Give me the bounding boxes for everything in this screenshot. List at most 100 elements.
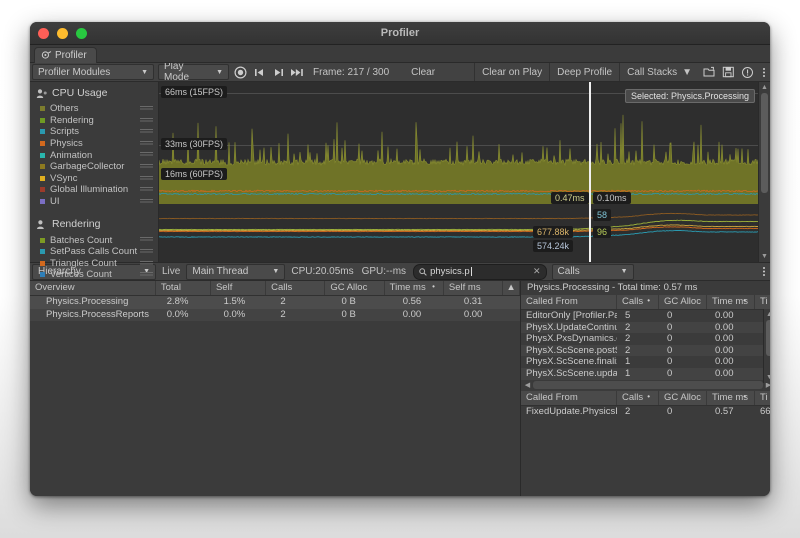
details-column-header[interactable]: Time ms• — [707, 391, 755, 405]
chevron-down-icon: ▼ — [621, 268, 628, 275]
last-frame-button[interactable] — [288, 63, 307, 81]
cpu-legend-item-1[interactable]: Rendering — [30, 115, 158, 127]
details-column-header[interactable]: Ti — [755, 391, 770, 405]
hierarchy-column-header[interactable]: Self ms — [444, 281, 503, 295]
hierarchy-column-header[interactable]: Calls — [266, 281, 325, 295]
drag-handle-icon[interactable] — [140, 152, 153, 157]
drag-handle-icon[interactable] — [140, 237, 153, 242]
rendering-lines — [159, 204, 759, 262]
last-frame-icon — [290, 67, 305, 78]
call-stacks-dropdown[interactable]: Call Stacks ▼ — [620, 64, 699, 80]
save-button[interactable] — [719, 63, 738, 81]
rendering-module-header[interactable]: Rendering — [30, 213, 158, 234]
drag-handle-icon[interactable] — [140, 176, 153, 181]
table-row[interactable]: PhysX.ScScene.updateCC100.00 — [521, 368, 770, 380]
load-button[interactable] — [700, 63, 719, 81]
details-column-header[interactable]: Time ms• — [707, 295, 755, 309]
cursor-value-cpu-0: 0.47ms — [551, 192, 589, 204]
rendering-legend-item-2[interactable]: Triangles Count — [30, 258, 158, 270]
rendering-icon — [36, 219, 48, 230]
legend-swatch — [40, 272, 45, 277]
cpu-legend-item-0[interactable]: Others — [30, 103, 158, 115]
scroll-down-icon[interactable]: ▼ — [766, 374, 770, 381]
cpu-legend-item-6[interactable]: VSync — [30, 173, 158, 185]
scroll-down-icon[interactable]: ▼ — [761, 253, 768, 260]
drag-handle-icon[interactable] — [140, 141, 153, 146]
rendering-legend-item-1[interactable]: SetPass Calls Count — [30, 246, 158, 258]
callers-scrollbar[interactable]: ▲ ▼ — [763, 309, 770, 383]
drag-handle-icon[interactable] — [140, 199, 153, 204]
frame-cursor-rendering[interactable] — [589, 204, 591, 262]
drag-handle-icon[interactable] — [140, 261, 153, 266]
details-menu-button[interactable] — [757, 263, 770, 281]
cpu-legend-item-2[interactable]: Scripts — [30, 126, 158, 138]
drag-handle-icon[interactable] — [140, 106, 153, 111]
drag-handle-icon[interactable] — [140, 164, 153, 169]
scroll-up-icon[interactable]: ▲ — [761, 84, 768, 91]
profiler-icon — [41, 50, 52, 61]
help-button[interactable] — [738, 63, 757, 81]
details-column-header[interactable]: Ti — [755, 295, 770, 309]
cpu-usage-module-header[interactable]: CPU Usage — [30, 82, 158, 103]
details-column-header[interactable]: Calls• — [617, 391, 659, 405]
hierarchy-rows: Physics.Processing2.8%1.5%20 B0.560.31Ph… — [30, 296, 520, 321]
cpu-legend-item-5[interactable]: GarbageCollector — [30, 161, 158, 173]
frame-cursor[interactable] — [589, 82, 591, 204]
rendering-chart[interactable]: 58 96 677.88k 574.24k — [159, 204, 759, 262]
details-column-header[interactable]: Called From — [521, 295, 617, 309]
clear-icon[interactable]: ✕ — [533, 266, 541, 277]
cpu-legend-item-8[interactable]: UI — [30, 196, 158, 208]
drag-handle-icon[interactable] — [140, 249, 153, 254]
table-cell: 2 — [617, 322, 659, 334]
scroll-up-icon[interactable]: ▲ — [766, 311, 770, 318]
thread-dropdown[interactable]: Main Thread ▼ — [186, 264, 285, 280]
play-mode-dropdown[interactable]: Play Mode ▼ — [158, 64, 229, 80]
deep-profile-button[interactable]: Deep Profile — [550, 64, 619, 80]
toolbar-menu-button[interactable] — [757, 63, 770, 81]
rendering-legend-item-0[interactable]: Batches Count — [30, 234, 158, 246]
cpu-legend-item-3[interactable]: Physics — [30, 138, 158, 150]
previous-frame-button[interactable] — [250, 63, 269, 81]
search-input[interactable]: physics.p ✕ — [413, 264, 546, 280]
scroll-left-icon[interactable]: ◀ — [523, 381, 532, 389]
next-frame-button[interactable] — [269, 63, 288, 81]
charts-scrollbar[interactable]: ▲ ▼ — [758, 82, 770, 262]
drag-handle-icon[interactable] — [140, 118, 153, 123]
clear-on-play-button[interactable]: Clear on Play — [475, 64, 549, 80]
table-row[interactable]: PhysX.UpdateContinuatio200.00 — [521, 322, 770, 334]
table-row[interactable]: PhysX.ScScene.postSolve200.00 — [521, 345, 770, 357]
record-button[interactable] — [231, 63, 250, 81]
drag-handle-icon[interactable] — [140, 272, 153, 277]
table-cell: 0.00 — [459, 309, 520, 322]
details-column-header[interactable]: Called From — [521, 391, 617, 405]
drag-handle-icon[interactable] — [140, 187, 153, 192]
hierarchy-column-header[interactable]: Total — [156, 281, 211, 295]
cpu-usage-chart[interactable]: 66ms (15FPS) 33ms (30FPS) 16ms (60FPS) S… — [159, 82, 759, 204]
table-cell: 1 — [617, 356, 659, 368]
hierarchy-column-header[interactable]: GC Alloc — [325, 281, 384, 295]
rendering-legend-item-3[interactable]: Vertices Count — [30, 269, 158, 281]
table-row[interactable]: EditorOnly [Profiler.ParseT500.00 — [521, 310, 770, 322]
cpu-legend-item-4[interactable]: Animation — [30, 149, 158, 161]
drag-handle-icon[interactable] — [140, 129, 153, 134]
live-toggle[interactable]: Live — [158, 264, 184, 280]
details-column-header[interactable]: GC Alloc — [659, 391, 707, 405]
table-row[interactable]: Physics.Processing2.8%1.5%20 B0.560.31 — [30, 296, 520, 309]
table-row[interactable]: PhysX.PxsDynamics.creat200.00 — [521, 333, 770, 345]
clear-button[interactable]: Clear — [404, 64, 442, 80]
cpu-legend-item-7[interactable]: Global Illumination — [30, 184, 158, 196]
table-row[interactable]: FixedUpdate.PhysicsFixec200.5766 — [521, 406, 770, 418]
hierarchy-column-header[interactable]: Time ms• — [385, 281, 444, 295]
details-column-header[interactable]: GC Alloc — [659, 295, 707, 309]
hierarchy-column-header[interactable]: Self — [211, 281, 266, 295]
hierarchy-column-header[interactable]: Overview — [30, 281, 156, 295]
details-column-header[interactable]: Calls• — [617, 295, 659, 309]
table-row[interactable]: Physics.ProcessReports0.0%0.0%20 B0.000.… — [30, 309, 520, 322]
tab-profiler[interactable]: Profiler — [34, 47, 97, 63]
details-view-dropdown[interactable]: Calls ▼ — [552, 264, 634, 280]
tab-strip: Profiler — [30, 45, 770, 63]
profiler-modules-dropdown[interactable]: Profiler Modules ▼ — [32, 64, 154, 80]
table-row[interactable]: PhysX.ScScene.finalizatic100.00 — [521, 356, 770, 368]
callers-hscrollbar[interactable]: ◀ ▶ — [521, 380, 770, 391]
sort-direction-icon[interactable]: ▲ — [503, 281, 520, 295]
